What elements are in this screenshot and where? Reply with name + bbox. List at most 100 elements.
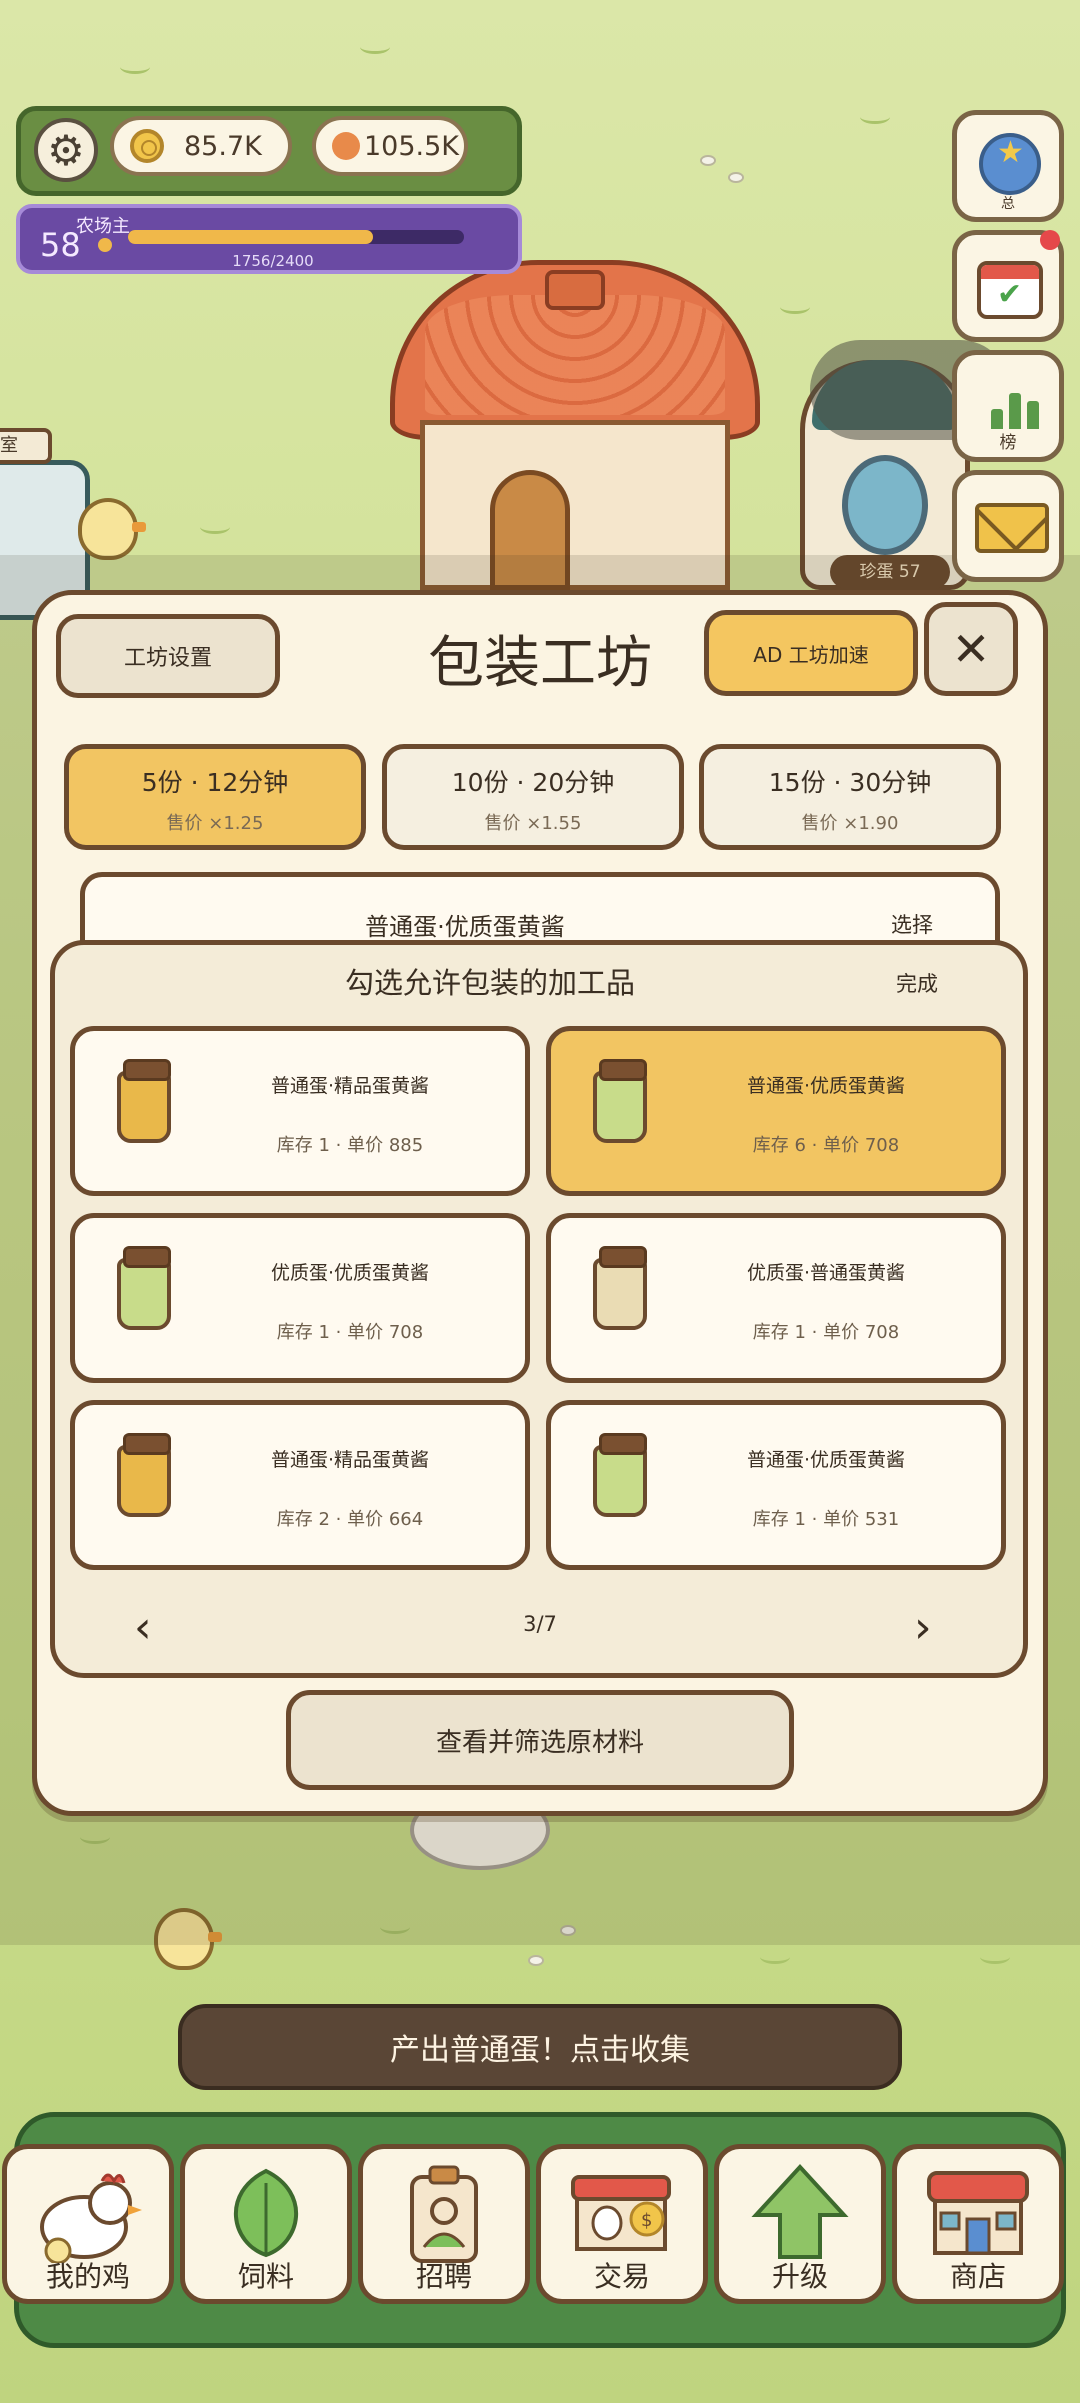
- leaderboard-total-button[interactable]: 总: [952, 110, 1064, 222]
- batch-option-main: 15份 · 30分钟: [768, 768, 932, 797]
- current-product-row[interactable]: 普通蛋·优质蛋黄酱 选择: [80, 872, 1000, 946]
- calendar-icon: [977, 261, 1043, 319]
- pebble: [700, 155, 716, 166]
- product-card[interactable]: 普通蛋·精品蛋黄酱 库存 2 · 单价 664: [70, 1400, 530, 1570]
- coin-counter: 85.7K: [110, 116, 292, 176]
- nav-label: 商店: [949, 2260, 1006, 2293]
- level-title: 农场主: [76, 216, 130, 237]
- shop-icon: [927, 2171, 1029, 2255]
- nav-trade[interactable]: $ 交易: [536, 2144, 708, 2304]
- nav-label: 升级: [771, 2260, 828, 2293]
- batch-option-sub: 售价 ×1.55: [484, 813, 582, 834]
- jar-icon: [593, 1059, 647, 1143]
- product-card[interactable]: 优质蛋·优质蛋黄酱 库存 1 · 单价 708: [70, 1213, 530, 1383]
- product-name: 优质蛋·普通蛋黄酱: [746, 1262, 906, 1284]
- coin-amount: 85.7K: [184, 130, 262, 162]
- workshop-settings-button[interactable]: 工坊设置: [56, 614, 280, 698]
- product-meta: 库存 2 · 单价 664: [276, 1509, 424, 1530]
- grass-tuft: [860, 110, 890, 124]
- product-card[interactable]: 普通蛋·优质蛋黄酱 库存 1 · 单价 531: [546, 1400, 1006, 1570]
- leaf-icon: [234, 2168, 298, 2258]
- grass-tuft: [780, 300, 810, 314]
- batch-option-main: 5份 · 12分钟: [141, 768, 289, 797]
- modal-title: 包装工坊: [428, 631, 652, 696]
- batch-option-10[interactable]: 10份 · 20分钟 售价 ×1.55: [382, 744, 684, 850]
- product-meta: 库存 1 · 单价 708: [752, 1322, 900, 1343]
- svg-text:$: $: [641, 2210, 652, 2231]
- product-meta: 库存 6 · 单价 708: [752, 1135, 900, 1156]
- batch-option-15[interactable]: 15份 · 30分钟 售价 ×1.90: [699, 744, 1001, 850]
- xp-count: 1756/2400: [232, 252, 314, 270]
- product-meta: 库存 1 · 单价 885: [276, 1135, 424, 1156]
- nav-feed[interactable]: 饲料: [180, 2144, 352, 2304]
- grass-tuft: [200, 520, 230, 534]
- notification-dot: [1040, 230, 1060, 250]
- batch-option-5[interactable]: 5份 · 12分钟 售价 ×1.25: [64, 744, 366, 850]
- egg-counter: 105.5K: [312, 116, 468, 176]
- xp-fill: [128, 230, 374, 244]
- picker-done-button[interactable]: 完成: [896, 968, 938, 998]
- nav-my-chickens[interactable]: 我的鸡: [2, 2144, 174, 2304]
- level-progress: 58 农场主 1756/2400: [16, 204, 522, 274]
- collect-eggs-button[interactable]: 产出普通蛋！点击收集: [178, 2004, 902, 2090]
- nav-label: 招聘: [415, 2260, 472, 2293]
- chicken-icon: [40, 2173, 142, 2263]
- farmhouse-chimney: [545, 270, 605, 310]
- mail-button[interactable]: [952, 470, 1064, 582]
- globe-icon: [979, 133, 1041, 195]
- coin-icon: [130, 129, 164, 163]
- page-indicator: 3/7: [523, 1612, 557, 1636]
- product-meta: 库存 1 · 单价 531: [752, 1509, 900, 1530]
- side-label-total: 总: [1001, 196, 1015, 212]
- picker-title: 勾选允许包装的加工品: [344, 966, 635, 1000]
- grass-tuft: [120, 60, 150, 74]
- ad-speedup-button[interactable]: AD 工坊加速: [704, 610, 918, 696]
- product-meta: 库存 1 · 单价 708: [276, 1322, 424, 1343]
- prev-page-button[interactable]: ‹: [134, 1602, 152, 1653]
- jar-icon: [117, 1433, 171, 1517]
- pebble: [528, 1955, 544, 1966]
- rank-button[interactable]: 榜: [952, 350, 1064, 462]
- egg-icon: [332, 132, 360, 160]
- next-page-button[interactable]: ›: [914, 1602, 932, 1653]
- nav-label: 交易: [593, 2260, 650, 2293]
- nav-label: 饲料: [237, 2260, 294, 2293]
- nav-upgrade[interactable]: 升级: [714, 2144, 886, 2304]
- jar-icon: [117, 1246, 171, 1330]
- settings-gear-icon[interactable]: ⚙: [34, 118, 98, 182]
- batch-option-main: 10份 · 20分钟: [451, 768, 615, 797]
- egg-amount: 105.5K: [364, 130, 460, 162]
- product-card[interactable]: 普通蛋·精品蛋黄酱 库存 1 · 单价 885: [70, 1026, 530, 1196]
- mail-icon: [975, 503, 1049, 553]
- nav-label: 我的鸡: [45, 2260, 130, 2293]
- current-product: 普通蛋·优质蛋黄酱: [365, 913, 565, 941]
- close-button[interactable]: ✕: [924, 602, 1018, 696]
- grass-tuft: [360, 40, 390, 54]
- chick: [78, 498, 146, 560]
- product-name: 普通蛋·优质蛋黄酱: [746, 1075, 906, 1097]
- product-name: 普通蛋·精品蛋黄酱: [270, 1075, 430, 1097]
- batch-option-sub: 售价 ×1.90: [801, 813, 899, 834]
- arrow-up-icon: [751, 2164, 849, 2259]
- level-dot: [98, 238, 112, 252]
- market-icon: $: [571, 2175, 671, 2251]
- filter-materials-button[interactable]: 查看并筛选原材料: [286, 1690, 794, 1790]
- rank-label: 榜: [999, 433, 1017, 453]
- grass-tuft: [980, 1950, 1010, 1964]
- greenhouse-sign: 室: [0, 428, 52, 464]
- jar-icon: [593, 1433, 647, 1517]
- egg-machine-dial: [842, 455, 928, 555]
- product-card[interactable]: 普通蛋·优质蛋黄酱 库存 6 · 单价 708: [546, 1026, 1006, 1196]
- select-product-link[interactable]: 选择: [891, 909, 933, 939]
- grass-tuft: [760, 1950, 790, 1964]
- pebble: [728, 172, 744, 183]
- batch-option-sub: 售价 ×1.25: [166, 813, 264, 834]
- jar-icon: [593, 1246, 647, 1330]
- bar-chart-icon: [991, 379, 1041, 429]
- product-name: 普通蛋·精品蛋黄酱: [270, 1449, 430, 1471]
- badge-icon: [410, 2165, 478, 2263]
- nav-recruit[interactable]: 招聘: [358, 2144, 530, 2304]
- nav-shop[interactable]: 商店: [892, 2144, 1064, 2304]
- xp-track: [128, 230, 464, 244]
- product-card[interactable]: 优质蛋·普通蛋黄酱 库存 1 · 单价 708: [546, 1213, 1006, 1383]
